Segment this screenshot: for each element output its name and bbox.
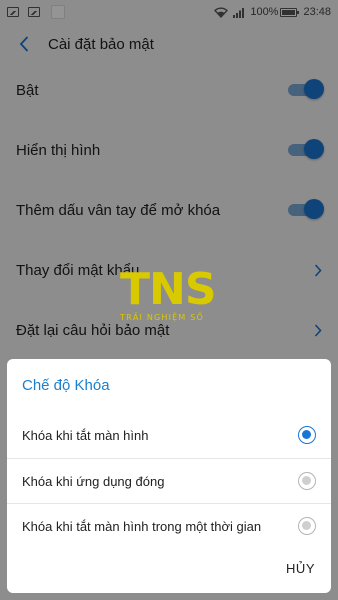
option-lock-on-app-close[interactable]: Khóa khi ứng dụng đóng (7, 458, 331, 504)
cancel-button[interactable]: HỦY (280, 557, 321, 580)
watermark-logo-text: TNS (120, 264, 217, 315)
option-label: Khóa khi tắt màn hình trong một thời gia… (22, 518, 262, 534)
dialog-title: Chế độ Khóa (22, 377, 110, 394)
option-label: Khóa khi ứng dụng đóng (22, 473, 165, 489)
radio-selected[interactable] (298, 426, 316, 444)
lock-mode-dialog: Chế độ Khóa Khóa khi tắt màn hình Khóa k… (7, 359, 331, 593)
radio-unselected[interactable] (298, 517, 316, 535)
option-label: Khóa khi tắt màn hình (22, 427, 149, 443)
radio-unselected[interactable] (298, 472, 316, 490)
watermark-logo: TNS TRẢI NGHIỆM SỐ (120, 268, 230, 328)
option-lock-after-timeout[interactable]: Khóa khi tắt màn hình trong một thời gia… (7, 503, 331, 549)
option-lock-on-screen-off[interactable]: Khóa khi tắt màn hình (7, 412, 331, 458)
